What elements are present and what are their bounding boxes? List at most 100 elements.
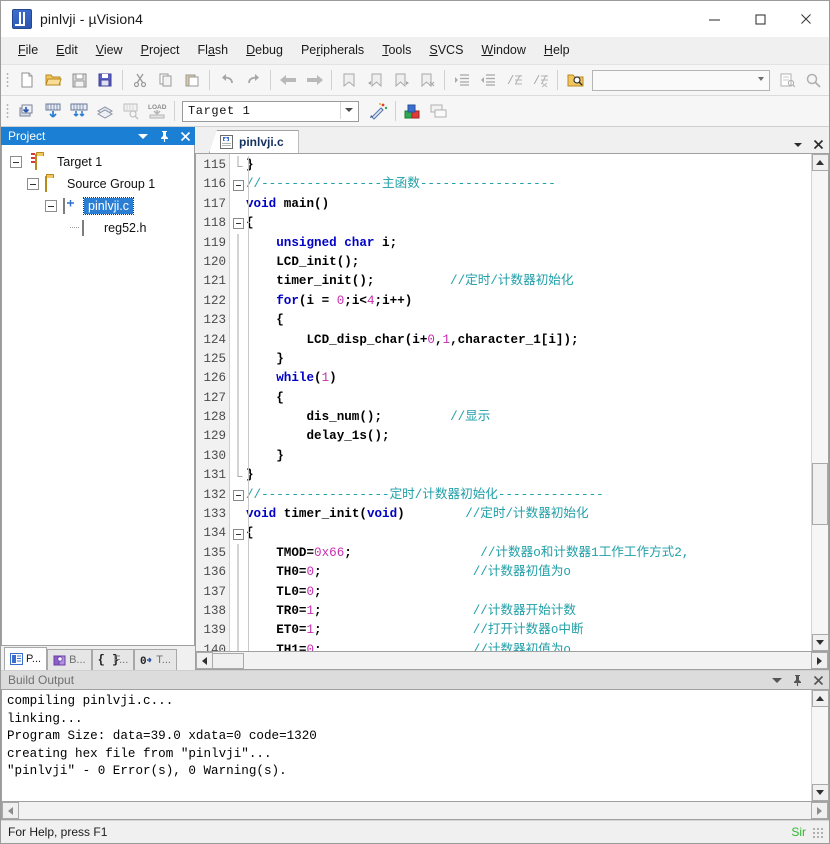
find-icon[interactable] xyxy=(800,68,826,92)
scroll-thumb[interactable] xyxy=(812,463,828,525)
navigate-back-icon[interactable] xyxy=(275,68,301,92)
menu-svcs[interactable]: SVCS xyxy=(420,39,472,61)
find-combo[interactable] xyxy=(592,69,770,91)
open-file-icon[interactable] xyxy=(40,68,66,92)
multi-project-icon[interactable] xyxy=(426,99,452,123)
code-line: { xyxy=(246,214,811,233)
editor-tab-pinlvji-c[interactable]: pinlvji.c xyxy=(209,130,299,153)
menu-edit[interactable]: Edit xyxy=(47,39,87,61)
expander-icon[interactable] xyxy=(45,200,57,212)
code-text-area[interactable]: } //----------------主函数------------------… xyxy=(246,154,811,651)
close-icon[interactable] xyxy=(813,675,824,686)
resize-grip[interactable] xyxy=(812,826,823,838)
fold-collapse-icon[interactable] xyxy=(232,528,244,540)
batch-build-icon[interactable] xyxy=(92,99,118,123)
copy-icon[interactable] xyxy=(153,68,179,92)
new-file-icon[interactable] xyxy=(14,68,40,92)
close-button[interactable] xyxy=(783,1,829,37)
tree-item-target[interactable]: Target 1 xyxy=(2,151,194,173)
bookmark-clear-icon[interactable] xyxy=(414,68,440,92)
bookmark-next-icon[interactable] xyxy=(388,68,414,92)
build-horizontal-scrollbar[interactable] xyxy=(1,802,829,820)
indent-icon[interactable] xyxy=(449,68,475,92)
bookmark-list-icon[interactable] xyxy=(774,68,800,92)
menu-help[interactable]: Help xyxy=(535,39,579,61)
tree-item-source-group[interactable]: Source Group 1 xyxy=(2,173,194,195)
expander-icon[interactable] xyxy=(27,178,39,190)
manage-components-icon[interactable] xyxy=(400,99,426,123)
close-icon[interactable] xyxy=(179,127,191,145)
menu-tools[interactable]: Tools xyxy=(373,39,420,61)
debug-find-icon[interactable]: d xyxy=(826,68,830,92)
editor-vertical-scrollbar[interactable] xyxy=(811,154,829,651)
menu-file[interactable]: FFileile xyxy=(9,39,47,61)
code-folding-gutter[interactable] xyxy=(230,154,246,651)
download-icon[interactable]: LOAD xyxy=(144,99,170,123)
tab-books[interactable]: B... xyxy=(47,649,92,670)
expander-icon[interactable] xyxy=(10,156,22,168)
find-in-files-icon[interactable] xyxy=(562,68,588,92)
fold-marker[interactable] xyxy=(230,524,246,543)
toolbar-grip[interactable] xyxy=(4,102,11,120)
menu-view[interactable]: View xyxy=(87,39,132,61)
fold-collapse-icon[interactable] xyxy=(232,218,244,230)
menu-flash[interactable]: Flash xyxy=(189,39,238,61)
tree-item-reg52-h[interactable]: reg52.h xyxy=(2,217,194,239)
target-select[interactable]: Target 1 xyxy=(182,100,359,122)
menu-project[interactable]: Project xyxy=(132,39,189,61)
fold-marker[interactable] xyxy=(230,214,246,233)
pin-icon[interactable] xyxy=(792,674,803,686)
tree-item-pinlvji-c[interactable]: pinlvji.c xyxy=(2,195,194,217)
stop-build-icon[interactable] xyxy=(118,99,144,123)
build-vertical-scrollbar[interactable] xyxy=(811,690,829,801)
navigate-forward-icon[interactable] xyxy=(301,68,327,92)
tab-project[interactable]: P... xyxy=(4,647,48,670)
fold-marker[interactable] xyxy=(230,486,246,505)
close-icon[interactable] xyxy=(813,139,824,150)
chevron-down-icon[interactable] xyxy=(137,127,149,145)
paste-icon[interactable] xyxy=(179,68,205,92)
minimize-button[interactable] xyxy=(691,1,737,37)
scroll-right-button[interactable] xyxy=(811,652,828,669)
undo-icon[interactable] xyxy=(214,68,240,92)
translate-icon[interactable] xyxy=(14,99,40,123)
scroll-right-button[interactable] xyxy=(811,802,828,819)
fold-collapse-icon[interactable] xyxy=(232,489,244,501)
chevron-down-icon[interactable] xyxy=(794,142,802,147)
chevron-down-icon[interactable] xyxy=(753,71,768,88)
chevron-down-icon[interactable] xyxy=(772,677,782,683)
fold-collapse-icon[interactable] xyxy=(232,179,244,191)
save-icon[interactable] xyxy=(66,68,92,92)
rebuild-all-icon[interactable] xyxy=(66,99,92,123)
scroll-up-button[interactable] xyxy=(811,690,829,707)
scroll-down-button[interactable] xyxy=(811,634,829,651)
scroll-left-button[interactable] xyxy=(196,652,213,669)
cut-icon[interactable] xyxy=(127,68,153,92)
outdent-icon[interactable] xyxy=(475,68,501,92)
maximize-button[interactable] xyxy=(737,1,783,37)
pin-icon[interactable] xyxy=(158,127,170,145)
menu-debug[interactable]: Debug xyxy=(237,39,292,61)
project-tree[interactable]: Target 1 Source Group 1 pinlvji.c reg52.… xyxy=(1,145,195,646)
redo-icon[interactable] xyxy=(240,68,266,92)
menu-peripherals[interactable]: Peripherals xyxy=(292,39,373,61)
menu-window[interactable]: Window xyxy=(472,39,534,61)
scroll-left-button[interactable] xyxy=(2,802,19,819)
scroll-down-button[interactable] xyxy=(811,784,829,801)
options-for-target-icon[interactable] xyxy=(365,99,391,123)
comment-icon[interactable]: // xyxy=(501,68,527,92)
fold-marker[interactable] xyxy=(230,175,246,194)
build-icon[interactable] xyxy=(40,99,66,123)
bookmark-prev-icon[interactable] xyxy=(362,68,388,92)
bookmark-toggle-icon[interactable] xyxy=(336,68,362,92)
build-output-text[interactable]: compiling pinlvji.c... linking... Program … xyxy=(2,690,811,801)
editor-horizontal-scrollbar[interactable] xyxy=(195,652,829,670)
chevron-down-icon[interactable] xyxy=(340,101,357,119)
save-all-icon[interactable] xyxy=(92,68,118,92)
tab-templates[interactable]: 0 T... xyxy=(134,649,177,670)
uncomment-icon[interactable]: // xyxy=(527,68,553,92)
tab-functions[interactable]: { } F... xyxy=(91,649,135,670)
hscroll-thumb[interactable] xyxy=(212,653,244,669)
toolbar-grip[interactable] xyxy=(4,71,11,89)
scroll-up-button[interactable] xyxy=(811,154,829,171)
